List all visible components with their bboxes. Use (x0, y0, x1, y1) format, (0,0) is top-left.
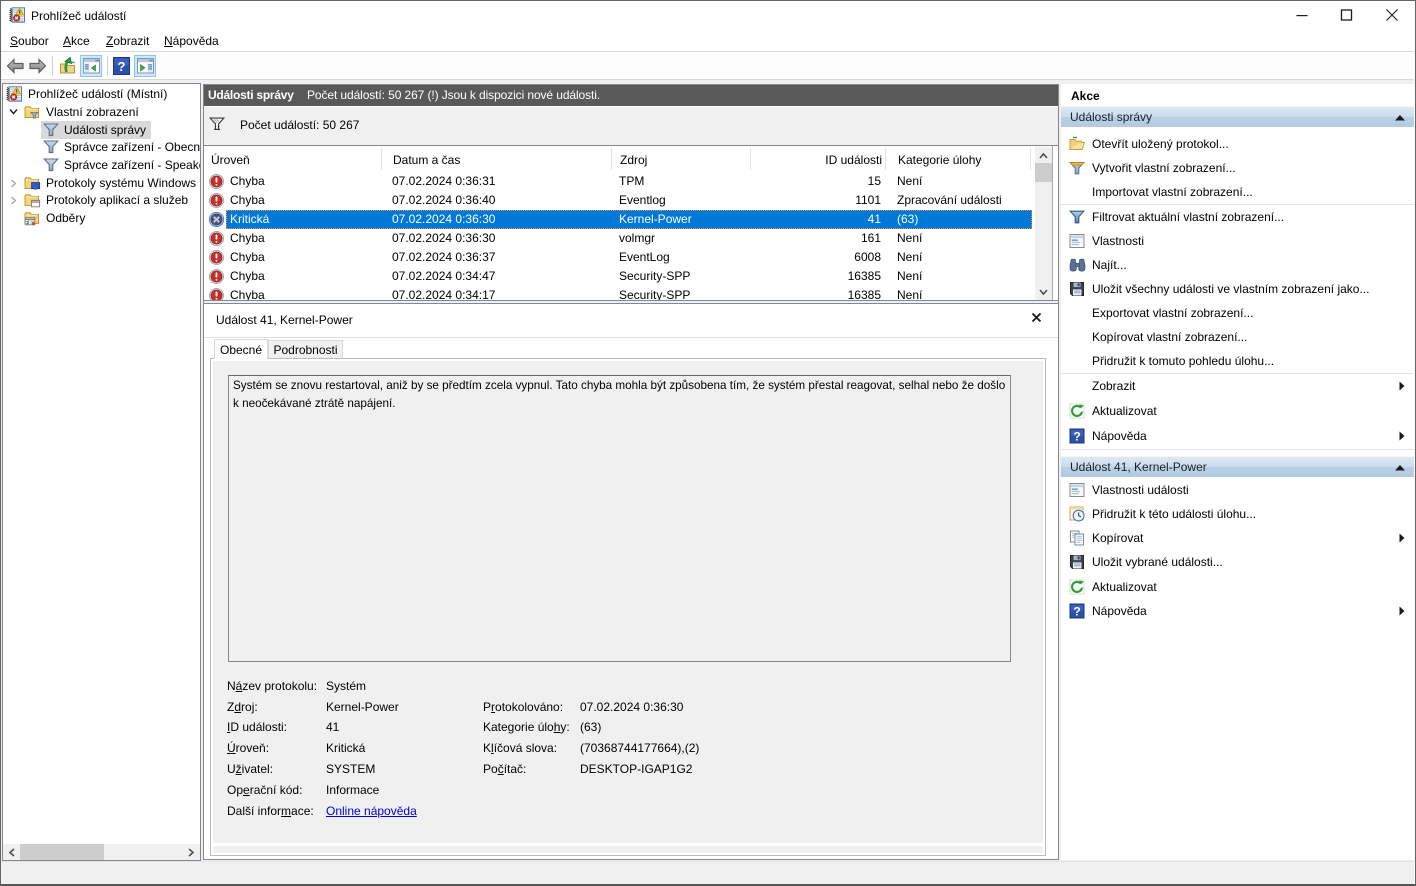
svg-text:?: ? (1073, 605, 1080, 619)
svg-text:?: ? (118, 59, 126, 74)
svg-text:?: ? (1073, 430, 1080, 444)
